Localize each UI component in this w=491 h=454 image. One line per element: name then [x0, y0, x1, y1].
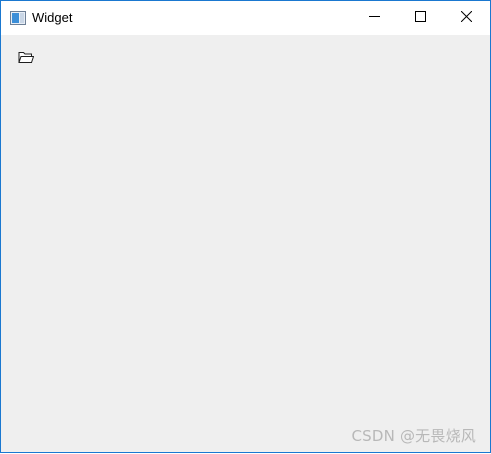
close-icon — [460, 9, 472, 27]
window-title: Widget — [32, 10, 73, 25]
folder-open-icon — [18, 50, 35, 69]
maximize-button[interactable] — [397, 1, 443, 35]
close-button[interactable] — [443, 1, 489, 35]
minimize-icon — [368, 9, 380, 27]
minimize-button[interactable] — [351, 1, 397, 35]
title-bar[interactable]: Widget — [1, 1, 490, 35]
open-folder-button[interactable] — [17, 51, 35, 67]
watermark-text: CSDN @无畏烧风 — [351, 427, 476, 445]
app-window-icon — [10, 11, 26, 25]
maximize-icon — [414, 9, 426, 27]
client-area: CSDN @无畏烧风 — [1, 35, 490, 452]
app-window: Widget CSDN @无畏烧风 — [0, 0, 491, 453]
